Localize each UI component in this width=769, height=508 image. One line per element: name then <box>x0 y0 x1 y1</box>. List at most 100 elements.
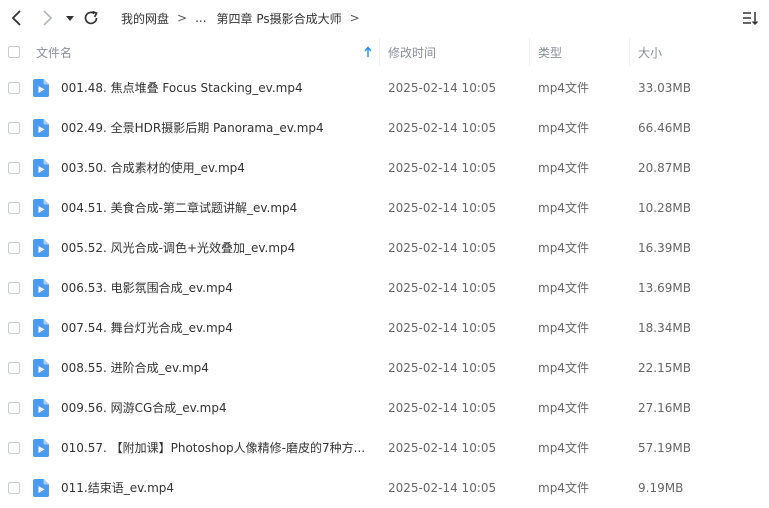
file-type: mp4文件 <box>538 81 589 95</box>
video-file-icon <box>33 439 49 457</box>
row-checkbox[interactable] <box>8 162 20 174</box>
row-checkbox[interactable] <box>8 282 20 294</box>
file-list-header: 文件名 修改时间 类型 大小 <box>0 36 769 68</box>
row-checkbox[interactable] <box>8 82 20 94</box>
breadcrumb-separator-end: > <box>349 11 360 25</box>
column-divider[interactable] <box>379 38 380 66</box>
file-size: 33.03MB <box>638 81 691 95</box>
breadcrumb-separator: > <box>177 11 188 25</box>
video-file-icon <box>33 119 49 137</box>
row-checkbox[interactable] <box>8 442 20 454</box>
file-name[interactable]: 010.57. 【附加课】Photoshop人像精修-磨皮的7种方... <box>61 428 365 468</box>
file-type: mp4文件 <box>538 401 589 415</box>
file-size: 57.19MB <box>638 441 691 455</box>
video-file-icon <box>33 479 49 497</box>
video-file-icon <box>33 359 49 377</box>
file-row[interactable]: 009.56. 网游CG合成_ev.mp4 2025-02-14 10:05 mp4… <box>0 388 769 428</box>
file-type: mp4文件 <box>538 481 589 495</box>
file-size: 66.46MB <box>638 121 691 135</box>
file-type: mp4文件 <box>538 321 589 335</box>
file-name[interactable]: 004.51. 美食合成-第二章试题讲解_ev.mp4 <box>61 188 297 228</box>
file-size: 13.69MB <box>638 281 691 295</box>
breadcrumb-ellipsis[interactable]: ... <box>195 11 206 25</box>
row-checkbox[interactable] <box>8 122 20 134</box>
file-modified-time: 2025-02-14 10:05 <box>388 401 497 415</box>
file-name[interactable]: 009.56. 网游CG合成_ev.mp4 <box>61 388 227 428</box>
chevron-left-icon[interactable] <box>8 8 26 28</box>
column-divider[interactable] <box>629 38 630 66</box>
file-size: 18.34MB <box>638 321 691 335</box>
file-modified-time: 2025-02-14 10:05 <box>388 241 497 255</box>
video-file-icon <box>33 199 49 217</box>
file-row[interactable]: 003.50. 合成素材的使用_ev.mp4 2025-02-14 10:05 mp… <box>0 148 769 188</box>
column-header-size-label: 大小 <box>638 45 663 60</box>
column-header-type[interactable]: 类型 <box>538 36 562 68</box>
file-size: 27.16MB <box>638 401 691 415</box>
row-checkbox[interactable] <box>8 402 20 414</box>
video-file-icon <box>33 399 49 417</box>
chevron-right-icon[interactable] <box>38 8 56 28</box>
file-row[interactable]: 004.51. 美食合成-第二章试题讲解_ev.mp4 2025-02-14 10… <box>0 188 769 228</box>
video-file-icon <box>33 279 49 297</box>
column-header-modified-label: 修改时间 <box>388 45 437 60</box>
file-size: 9.19MB <box>638 481 684 495</box>
column-header-modified[interactable]: 修改时间 <box>388 36 436 68</box>
breadcrumb: 我的网盘 > ... 第四章 Ps摄影合成大师 > <box>121 9 368 27</box>
file-type: mp4文件 <box>538 281 589 295</box>
column-header-name-label: 文件名 <box>36 45 73 60</box>
file-name[interactable]: 005.52. 风光合成-调色+光效叠加_ev.mp4 <box>61 228 295 268</box>
file-type: mp4文件 <box>538 201 589 215</box>
column-header-size[interactable]: 大小 <box>638 36 662 68</box>
row-checkbox[interactable] <box>8 202 20 214</box>
video-file-icon <box>33 159 49 177</box>
sort-list-icon[interactable] <box>741 9 759 27</box>
row-checkbox[interactable] <box>8 242 20 254</box>
file-row[interactable]: 005.52. 风光合成-调色+光效叠加_ev.mp4 2025-02-14 10… <box>0 228 769 268</box>
column-header-name[interactable]: 文件名 <box>36 36 72 68</box>
caret-down-icon[interactable] <box>64 8 76 28</box>
file-modified-time: 2025-02-14 10:05 <box>388 81 497 95</box>
file-modified-time: 2025-02-14 10:05 <box>388 281 497 295</box>
file-modified-time: 2025-02-14 10:05 <box>388 361 497 375</box>
row-checkbox[interactable] <box>8 322 20 334</box>
file-type: mp4文件 <box>538 241 589 255</box>
file-size: 20.87MB <box>638 161 691 175</box>
file-name[interactable]: 011.结束语_ev.mp4 <box>61 468 174 508</box>
column-divider[interactable] <box>529 38 530 66</box>
file-modified-time: 2025-02-14 10:05 <box>388 201 497 215</box>
video-file-icon <box>33 79 49 97</box>
file-modified-time: 2025-02-14 10:05 <box>388 481 497 495</box>
file-size: 10.28MB <box>638 201 691 215</box>
sort-ascending-icon[interactable] <box>364 36 372 68</box>
file-row[interactable]: 011.结束语_ev.mp4 2025-02-14 10:05 mp4文件 9.19M… <box>0 468 769 508</box>
video-file-icon <box>33 239 49 257</box>
file-name[interactable]: 002.49. 全景HDR摄影后期 Panorama_ev.mp4 <box>61 108 324 148</box>
file-name[interactable]: 006.53. 电影氛围合成_ev.mp4 <box>61 268 233 308</box>
file-type: mp4文件 <box>538 121 589 135</box>
file-modified-time: 2025-02-14 10:05 <box>388 321 497 335</box>
file-name[interactable]: 001.48. 焦点堆叠 Focus Stacking_ev.mp4 <box>61 68 303 108</box>
file-row[interactable]: 001.48. 焦点堆叠 Focus Stacking_ev.mp4 2025-0… <box>0 68 769 108</box>
file-modified-time: 2025-02-14 10:05 <box>388 121 497 135</box>
file-type: mp4文件 <box>538 441 589 455</box>
row-checkbox[interactable] <box>8 362 20 374</box>
file-row[interactable]: 007.54. 舞台灯光合成_ev.mp4 2025-02-14 10:05 mp4… <box>0 308 769 348</box>
file-row[interactable]: 010.57. 【附加课】Photoshop人像精修-磨皮的7种方... 2025… <box>0 428 769 468</box>
select-all-checkbox[interactable] <box>8 46 20 58</box>
file-modified-time: 2025-02-14 10:05 <box>388 161 497 175</box>
file-type: mp4文件 <box>538 161 589 175</box>
file-type: mp4文件 <box>538 361 589 375</box>
file-row[interactable]: 002.49. 全景HDR摄影后期 Panorama_ev.mp4 2025-02… <box>0 108 769 148</box>
file-name[interactable]: 007.54. 舞台灯光合成_ev.mp4 <box>61 308 233 348</box>
file-name[interactable]: 003.50. 合成素材的使用_ev.mp4 <box>61 148 245 188</box>
top-bar: 我的网盘 > ... 第四章 Ps摄影合成大师 > <box>0 0 769 36</box>
breadcrumb-root[interactable]: 我的网盘 <box>121 10 169 27</box>
file-modified-time: 2025-02-14 10:05 <box>388 441 497 455</box>
file-name[interactable]: 008.55. 进阶合成_ev.mp4 <box>61 348 209 388</box>
row-checkbox[interactable] <box>8 482 20 494</box>
file-row[interactable]: 008.55. 进阶合成_ev.mp4 2025-02-14 10:05 mp4文件… <box>0 348 769 388</box>
file-row[interactable]: 006.53. 电影氛围合成_ev.mp4 2025-02-14 10:05 mp4… <box>0 268 769 308</box>
refresh-icon[interactable] <box>82 8 100 28</box>
breadcrumb-current[interactable]: 第四章 Ps摄影合成大师 <box>217 10 342 27</box>
file-list: 001.48. 焦点堆叠 Focus Stacking_ev.mp4 2025-0… <box>0 68 769 508</box>
